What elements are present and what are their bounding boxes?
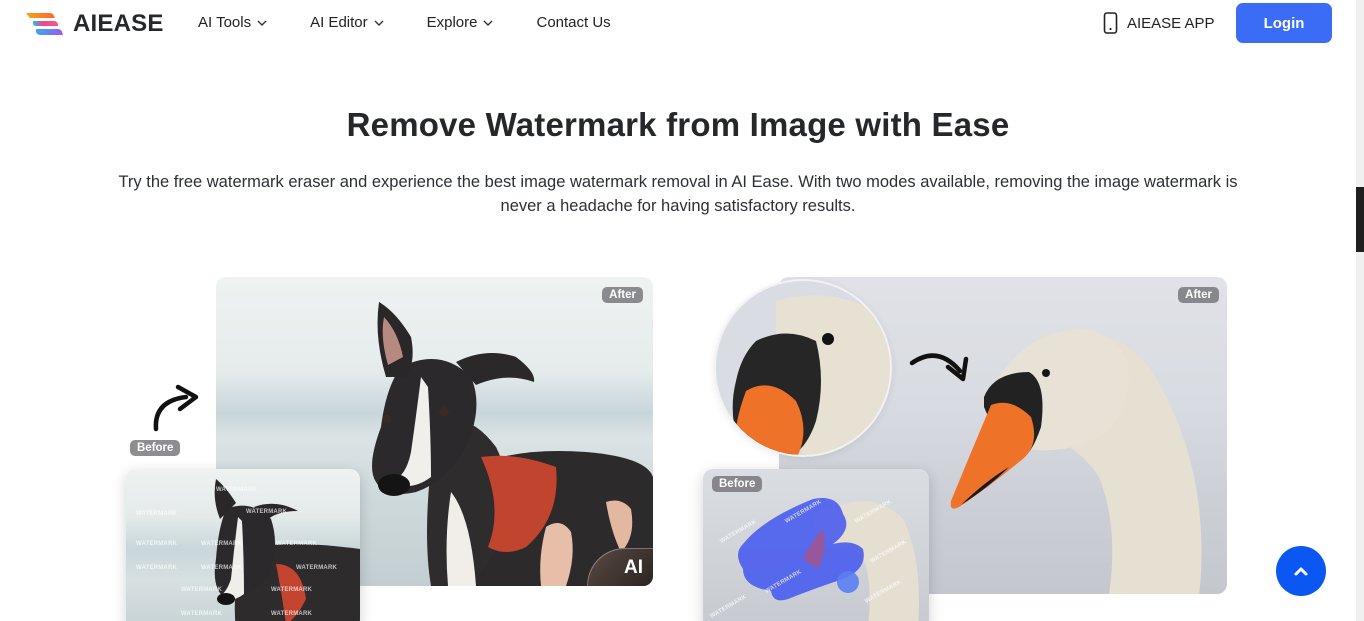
smartphone-icon — [1103, 12, 1118, 34]
after-label: After — [1178, 287, 1219, 303]
dog-before-image: WATERMARK WATERMARK WATERMARK WATERMARK … — [126, 469, 360, 621]
curved-arrow-icon — [909, 353, 969, 382]
nav-ai-editor[interactable]: AI Editor — [310, 14, 385, 31]
watermark-text: WATERMARK — [136, 565, 178, 571]
ai-mode-label: AI — [624, 556, 643, 578]
nav-ai-tools[interactable]: AI Tools — [198, 14, 268, 31]
before-label: Before — [712, 476, 763, 492]
page-subtitle: Try the free watermark eraser and experi… — [118, 173, 1238, 215]
watermark-text: WATERMARK — [271, 587, 313, 593]
watermark-text: WATERMARK — [136, 511, 178, 517]
chevron-down-icon — [374, 20, 384, 26]
main-nav: AI Tools AI Editor Explore Contact Us — [198, 14, 611, 31]
logo-text: AIEASE — [73, 10, 164, 37]
watermark-text: WATERMARK — [246, 509, 288, 515]
login-button[interactable]: Login — [1236, 3, 1332, 43]
chevron-down-icon — [483, 20, 493, 26]
watermark-text: WATERMARK — [181, 611, 223, 617]
app-link-label: AIEASE APP — [1127, 14, 1215, 32]
nav-label: Contact Us — [536, 14, 611, 31]
watermark-text: WATERMARK — [201, 565, 243, 571]
watermark-text: WATERMARK — [296, 565, 338, 571]
after-label: After — [602, 287, 643, 303]
nav-explore[interactable]: Explore — [427, 14, 495, 31]
watermark-text: WATERMARK — [271, 611, 313, 617]
logo[interactable]: AIEASE — [24, 10, 164, 38]
watermark-text: WATERMARK — [136, 541, 178, 547]
curved-arrow-icon — [153, 384, 199, 432]
swan-closeup-illustration — [732, 295, 890, 455]
nav-label: AI Tools — [198, 14, 252, 31]
page-scrollbar[interactable] — [1356, 0, 1364, 621]
watermark-text: WATERMARK — [181, 587, 223, 593]
logo-icon — [26, 13, 63, 35]
swan-before-image: Before WATERMARK WATERMARK WATERMARK WAT… — [703, 469, 929, 621]
before-label: Before — [130, 440, 181, 456]
chevron-down-icon — [257, 20, 267, 26]
watermark-text: WATERMARK — [276, 541, 318, 547]
swan-zoom-circle — [714, 279, 892, 457]
back-to-top-button[interactable] — [1276, 546, 1326, 596]
chevron-up-icon — [1294, 567, 1308, 576]
page-title: Remove Watermark from Image with Ease — [346, 106, 1010, 143]
nav-label: Explore — [426, 14, 478, 31]
scrollbar-thumb[interactable] — [1356, 187, 1364, 252]
watermark-text: WATERMARK — [216, 487, 258, 493]
app-download-link[interactable]: AIEASE APP — [1103, 12, 1215, 34]
nav-contact-us[interactable]: Contact Us — [536, 14, 610, 31]
site-header: AIEASE AI Tools AI Editor Explore Contac… — [0, 0, 1356, 48]
nav-label: AI Editor — [310, 14, 368, 31]
watermark-text: WATERMARK — [201, 541, 243, 547]
